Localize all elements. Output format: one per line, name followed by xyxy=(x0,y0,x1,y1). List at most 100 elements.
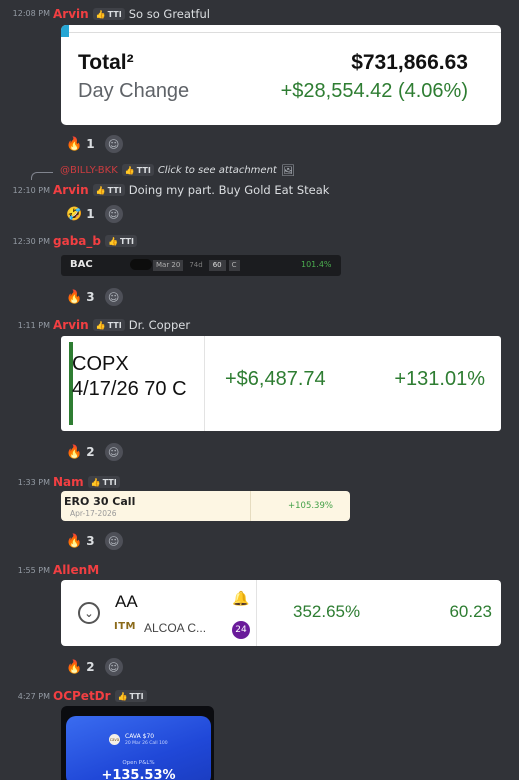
add-reaction-icon[interactable]: ☺ xyxy=(104,532,123,550)
reaction-bar: 🔥 3 ☺ xyxy=(62,286,123,308)
message-header: Arvin 👍 TTI Doing my part. Buy Gold Eat S… xyxy=(53,182,329,198)
reaction-pill[interactable]: 🔥 3 xyxy=(62,287,99,307)
role-tag[interactable]: 👍 TTI xyxy=(114,690,147,702)
cava-title: CAVA $70 xyxy=(125,733,155,740)
card-accent xyxy=(61,25,69,37)
bac-type: C xyxy=(228,259,240,271)
ero-pct: +105.39% xyxy=(288,501,333,511)
total-label: Total² xyxy=(78,51,134,74)
add-reaction-icon[interactable]: ☺ xyxy=(104,658,123,676)
message-header: Arvin 👍 TTI So so Greatful xyxy=(53,6,210,22)
username[interactable]: Arvin xyxy=(53,183,89,197)
fire-icon: 🔥 xyxy=(66,289,83,305)
reaction-bar: 🤣 1 ☺ xyxy=(62,203,123,225)
aa-pct: 352.65% xyxy=(293,602,361,621)
add-reaction-icon[interactable]: ☺ xyxy=(104,288,123,306)
username[interactable]: Arvin xyxy=(53,318,89,332)
timestamp: 1:33 PM xyxy=(17,478,50,487)
redacted-mark xyxy=(130,259,152,270)
fire-icon: 🔥 xyxy=(66,533,83,549)
username[interactable]: Arvin xyxy=(53,7,89,21)
message-header: gaba_b 👍 TTI xyxy=(53,233,138,249)
reply-preview[interactable]: @BILLY-BKK 👍 TTI Click to see attachment … xyxy=(60,163,295,177)
copx-gain: +$6,487.74 xyxy=(225,368,326,390)
divider xyxy=(204,336,205,431)
add-reaction-icon[interactable]: ☺ xyxy=(104,205,123,223)
timestamp: 12:30 PM xyxy=(12,237,50,246)
message-header: Nam 👍 TTI xyxy=(53,474,120,490)
timestamp: 1:11 PM xyxy=(17,321,50,330)
message-text: Doing my part. Buy Gold Eat Steak xyxy=(128,183,330,197)
reaction-bar: 🔥 1 ☺ xyxy=(62,133,123,155)
laughing-icon: 🤣 xyxy=(66,206,83,222)
fire-icon: 🔥 xyxy=(66,659,83,675)
aa-symbol: AA xyxy=(115,592,138,611)
role-tag: 👍 TTI xyxy=(121,164,154,176)
aa-price: 60.23 xyxy=(449,602,492,621)
fire-icon: 🔥 xyxy=(66,444,83,460)
cava-pl-value: +135.53% xyxy=(101,768,176,780)
thumbs-up-icon: 👍 xyxy=(95,9,106,19)
add-reaction-icon[interactable]: ☺ xyxy=(104,135,123,153)
add-reaction-icon[interactable]: ☺ xyxy=(104,443,123,461)
reaction-pill[interactable]: 🔥 1 xyxy=(62,134,99,154)
username[interactable]: AllenM xyxy=(53,563,99,577)
reaction-bar: 🔥 2 ☺ xyxy=(62,441,123,463)
thumbs-up-icon: 👍 xyxy=(95,320,106,330)
aa-card-image[interactable]: ⌄ AA ITM ALCOA C... 🔔 24 352.65% 60.23 xyxy=(61,580,501,646)
aa-company: ALCOA C... xyxy=(144,621,207,635)
bell-icon[interactable]: 🔔 xyxy=(232,591,249,607)
copx-contract: 4/17/26 70 C xyxy=(72,378,187,400)
bac-contract: Mar 20 74d 60 C xyxy=(153,259,240,271)
copx-card-image[interactable]: COPX 4/17/26 70 C +$6,487.74 +131.01% xyxy=(61,336,501,431)
timestamp: 4:27 PM xyxy=(17,692,50,701)
cava-pl-label: Open P&L% xyxy=(122,760,155,766)
reply-text[interactable]: Click to see attachment xyxy=(158,165,277,176)
reaction-pill[interactable]: 🔥 2 xyxy=(62,442,99,462)
username[interactable]: OCPetDr xyxy=(53,689,111,703)
thumbs-up-icon: 👍 xyxy=(95,185,106,195)
message-header: AllenM xyxy=(53,562,99,578)
bac-date: Mar 20 xyxy=(153,259,184,271)
copx-symbol: COPX xyxy=(72,353,129,375)
cava-logo: cava xyxy=(109,734,120,745)
fire-icon: 🔥 xyxy=(66,136,83,152)
cava-card-image[interactable]: cava CAVA $70 20 Mar 26 Call 100 Open P&… xyxy=(61,706,214,780)
message-header: Arvin 👍 TTI Dr. Copper xyxy=(53,317,190,333)
username[interactable]: gaba_b xyxy=(53,234,101,248)
ero-title: ERO 30 Call xyxy=(64,495,136,508)
bac-symbol: BAC xyxy=(70,259,93,270)
username[interactable]: Nam xyxy=(53,475,84,489)
divider xyxy=(256,580,257,646)
reaction-pill[interactable]: 🔥 3 xyxy=(62,531,99,551)
bac-card-image[interactable]: BAC Mar 20 74d 60 C 101.4% xyxy=(61,255,341,276)
message-header: OCPetDr 👍 TTI xyxy=(53,688,147,704)
reply-username[interactable]: @BILLY-BKK xyxy=(60,165,118,176)
role-tag[interactable]: 👍 TTI xyxy=(92,319,125,331)
role-tag[interactable]: 👍 TTI xyxy=(104,235,138,247)
timestamp: 1:55 PM xyxy=(17,566,50,575)
divider xyxy=(250,491,251,521)
timestamp: 12:08 PM xyxy=(12,9,50,18)
reaction-pill[interactable]: 🔥 2 xyxy=(62,657,99,677)
role-tag[interactable]: 👍 TTI xyxy=(92,8,125,20)
count-badge: 24 xyxy=(232,621,250,639)
message-text: So so Greatful xyxy=(128,7,210,21)
ero-date: Apr-17-2026 xyxy=(70,509,117,518)
total-value: $731,866.63 xyxy=(351,51,468,74)
role-tag[interactable]: 👍 TTI xyxy=(92,184,125,196)
reaction-bar: 🔥 3 ☺ xyxy=(62,530,123,552)
cava-panel: cava CAVA $70 20 Mar 26 Call 100 Open P&… xyxy=(66,716,211,780)
day-change-value: +$28,554.42 (4.06%) xyxy=(280,80,468,102)
copx-name: COPX 4/17/26 70 C xyxy=(72,352,187,402)
card-top-bar xyxy=(69,25,501,33)
thumbs-up-icon: 👍 xyxy=(117,691,128,701)
timestamp: 12:10 PM xyxy=(12,186,50,195)
role-tag[interactable]: 👍 TTI xyxy=(87,476,120,488)
message-text: Dr. Copper xyxy=(128,318,191,332)
thumbs-up-icon: 👍 xyxy=(124,165,135,175)
total-card-image[interactable]: Total² $731,866.63 Day Change +$28,554.4… xyxy=(61,25,501,125)
reaction-bar: 🔥 2 ☺ xyxy=(62,656,123,678)
ero-card-image[interactable]: ERO 30 Call Apr-17-2026 +105.39% xyxy=(61,491,350,521)
reaction-pill[interactable]: 🤣 1 xyxy=(62,204,99,224)
